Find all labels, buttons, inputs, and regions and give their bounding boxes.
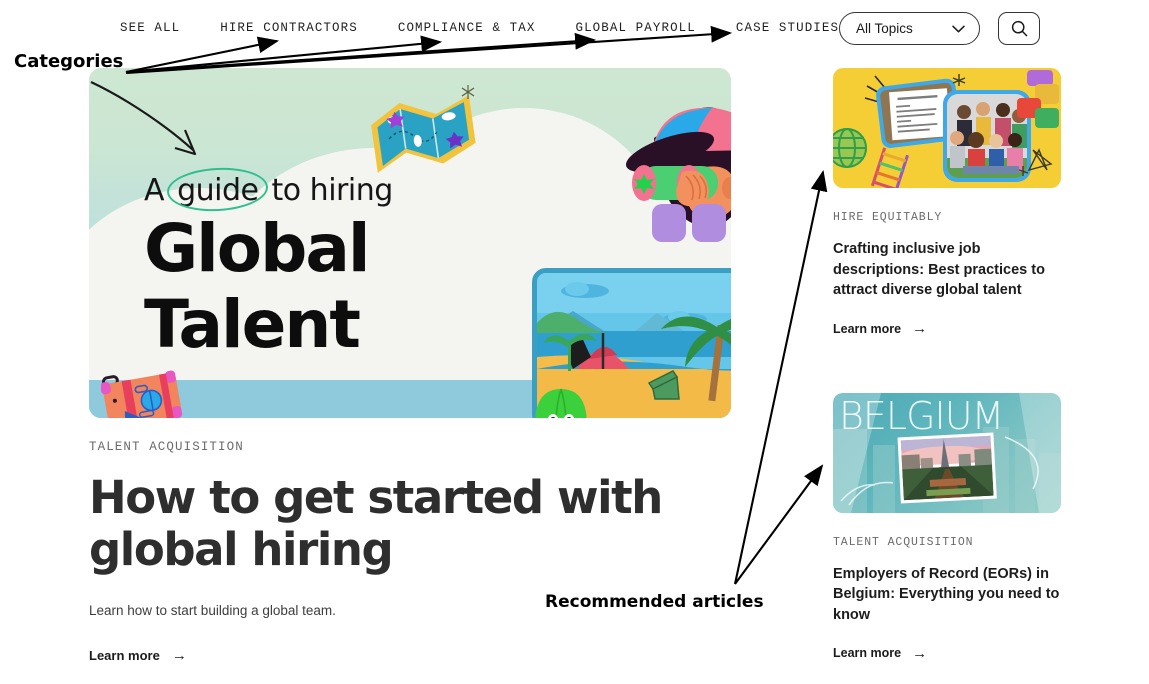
- recommended-articles-list: HIRE EQUITABLY Crafting inclusive job de…: [833, 68, 1061, 662]
- nav-link-hire-contractors[interactable]: HIRE CONTRACTORS: [220, 21, 358, 35]
- recommended-article-learn-more-link[interactable]: Learn more →: [833, 644, 928, 662]
- recommended-article-image: [833, 68, 1061, 188]
- person-binoculars-icon: [626, 107, 731, 242]
- search-icon: [1011, 20, 1027, 37]
- recommended-article-category[interactable]: HIRE EQUITABLY: [833, 211, 1061, 224]
- nav-link-compliance-tax[interactable]: COMPLIANCE & TAX: [398, 21, 536, 35]
- featured-article[interactable]: A guide to hiring Global Talent TALENT A…: [89, 68, 731, 665]
- learn-more-label: Learn more: [89, 648, 160, 663]
- hero-image-kicker: A guide to hiring: [144, 173, 564, 208]
- annotation-label-categories: Categories: [14, 51, 124, 72]
- arrow-right-icon: →: [912, 644, 928, 662]
- topic-filter-dropdown[interactable]: All Topics: [839, 12, 980, 45]
- hero-kicker-a: A: [144, 173, 165, 208]
- search-button[interactable]: [998, 12, 1040, 45]
- hero-image-line-1: Global: [144, 210, 371, 287]
- card-image-word: BELGIUM: [839, 393, 1004, 438]
- hero-kicker-circled: guide: [173, 173, 262, 208]
- featured-article-category[interactable]: TALENT ACQUISITION: [89, 440, 731, 454]
- arrow-right-icon: →: [171, 647, 187, 664]
- page-root: SEE ALL HIRE CONTRACTORS COMPLIANCE & TA…: [0, 0, 1149, 684]
- top-nav: SEE ALL HIRE CONTRACTORS COMPLIANCE & TA…: [0, 0, 1149, 58]
- suitcase-icon: [101, 370, 183, 418]
- hero-kicker-b: to hiring: [271, 173, 394, 208]
- featured-article-title[interactable]: How to get started with global hiring: [89, 472, 689, 576]
- hero-image-text: A guide to hiring Global Talent: [144, 173, 564, 360]
- learn-more-label: Learn more: [833, 321, 902, 336]
- recommended-article-learn-more-link[interactable]: Learn more →: [833, 320, 928, 337]
- featured-article-image: A guide to hiring Global Talent: [89, 68, 731, 418]
- category-nav-links: SEE ALL HIRE CONTRACTORS COMPLIANCE & TA…: [120, 21, 839, 35]
- recommended-article-card[interactable]: HIRE EQUITABLY Crafting inclusive job de…: [833, 68, 1061, 338]
- recommended-article-image: BELGIUM: [833, 392, 1061, 513]
- arrow-right-icon: →: [912, 320, 928, 337]
- chevron-down-icon: [952, 25, 965, 32]
- nav-link-see-all[interactable]: SEE ALL: [120, 21, 180, 35]
- hot-air-balloon-icon: [535, 388, 587, 418]
- learn-more-label: Learn more: [833, 646, 902, 660]
- map-icon: [371, 95, 476, 173]
- hero-image-line-2: Talent: [144, 286, 361, 363]
- recommended-article-title[interactable]: Crafting inclusive job descriptions: Bes…: [833, 239, 1061, 301]
- nav-link-global-payroll[interactable]: GLOBAL PAYROLL: [575, 21, 695, 35]
- sparkle-icon: [461, 85, 475, 99]
- annotation-label-recommended: Recommended articles: [545, 592, 764, 612]
- featured-article-meta: TALENT ACQUISITION How to get started wi…: [89, 440, 731, 665]
- recommended-article-card[interactable]: BELGIUM TALENT ACQUISITION Employers of …: [833, 392, 1061, 663]
- recommended-article-title[interactable]: Employers of Record (EORs) in Belgium: E…: [833, 564, 1061, 626]
- nav-link-case-studies[interactable]: CASE STUDIES: [736, 21, 839, 35]
- recommended-article-category[interactable]: TALENT ACQUISITION: [833, 536, 1061, 549]
- topic-filter-value: All Topics: [856, 20, 913, 36]
- annotation-arrow-group-recommended: [733, 169, 828, 585]
- featured-article-learn-more-link[interactable]: Learn more →: [89, 648, 187, 663]
